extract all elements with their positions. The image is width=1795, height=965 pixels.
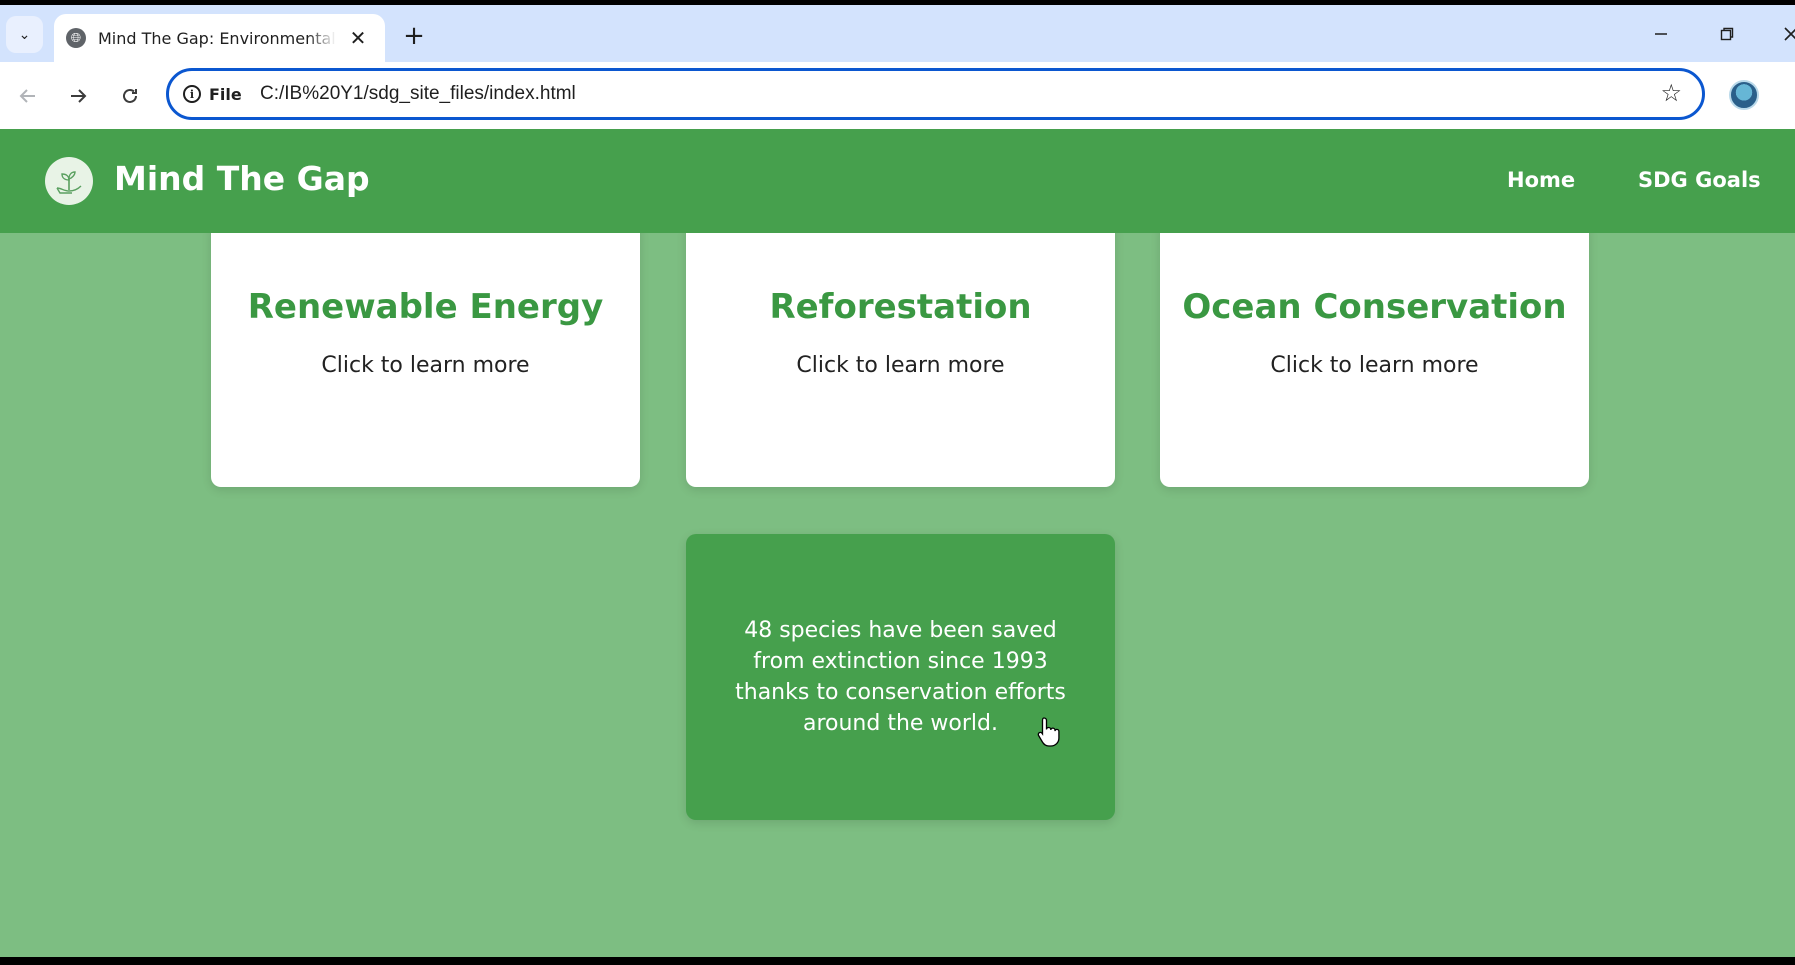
close-icon — [1784, 27, 1795, 41]
nav-home-link[interactable]: Home — [1507, 168, 1575, 192]
url-text[interactable]: C:/IB%20Y1/sdg_site_files/index.html — [260, 83, 576, 105]
fact-text: 48 species have been saved from extincti… — [735, 618, 1066, 736]
site-header: Mind The Gap Home SDG Goals — [0, 129, 1795, 233]
close-tab-icon[interactable]: ✕ — [346, 26, 370, 50]
globe-icon: 🌐︎ — [66, 28, 86, 48]
card-subtitle: Click to learn more — [321, 353, 530, 378]
tab-search-button[interactable]: ⌄ — [6, 16, 43, 53]
browser-toolbar: i File C:/IB%20Y1/sdg_site_files/index.h… — [0, 62, 1795, 129]
minimize-icon — [1655, 33, 1667, 35]
new-tab-button[interactable]: + — [399, 21, 429, 51]
tab-active[interactable]: 🌐︎ Mind The Gap: Environmental P ✕ — [54, 14, 385, 62]
profile-avatar[interactable] — [1729, 80, 1759, 110]
nav-sdg-goals-link[interactable]: SDG Goals — [1638, 168, 1761, 192]
card-title: Renewable Energy — [247, 287, 604, 327]
card-subtitle: Click to learn more — [1270, 353, 1479, 378]
card-renewable-energy[interactable]: Renewable Energy Click to learn more — [211, 219, 640, 487]
back-button[interactable] — [10, 78, 46, 114]
page-viewport: Mind The Gap Home SDG Goals Renewable En… — [0, 129, 1795, 957]
address-bar[interactable]: i File C:/IB%20Y1/sdg_site_files/index.h… — [166, 68, 1705, 120]
site-chip-label: File — [209, 84, 242, 104]
arrow-left-icon — [19, 89, 35, 103]
close-window-button[interactable] — [1771, 19, 1795, 49]
card-title: Ocean Conservation — [1182, 287, 1567, 327]
info-icon: i — [183, 85, 201, 103]
minimize-button[interactable] — [1641, 19, 1681, 49]
plant-logo-icon[interactable] — [45, 157, 93, 205]
restore-button[interactable] — [1707, 19, 1747, 49]
restore-icon — [1720, 27, 1734, 41]
forward-button[interactable] — [60, 78, 96, 114]
chevron-down-icon: ⌄ — [18, 26, 31, 43]
tab-bar: ⌄ 🌐︎ Mind The Gap: Environmental P ✕ + — [0, 5, 1795, 62]
reload-button[interactable] — [112, 78, 148, 114]
site-brand[interactable]: Mind The Gap — [114, 159, 370, 198]
window-bottom-edge — [0, 957, 1795, 965]
tab-title: Mind The Gap: Environmental P — [98, 28, 336, 48]
bookmark-star-icon[interactable]: ☆ — [1660, 79, 1682, 107]
reload-icon — [123, 88, 137, 103]
card-ocean-conservation[interactable]: Ocean Conservation Click to learn more — [1160, 219, 1589, 487]
site-info-button[interactable]: i File — [183, 81, 242, 107]
menu-dots-icon[interactable]: ⋮ — [1784, 80, 1792, 112]
card-subtitle: Click to learn more — [796, 353, 1005, 378]
arrow-right-icon — [71, 89, 87, 103]
card-reforestation[interactable]: Reforestation Click to learn more — [686, 219, 1115, 487]
hand-pointer-cursor-icon — [1037, 717, 1060, 747]
card-title: Reforestation — [769, 287, 1032, 327]
fact-card-flipped[interactable]: 48 species have been saved from extincti… — [686, 534, 1115, 820]
